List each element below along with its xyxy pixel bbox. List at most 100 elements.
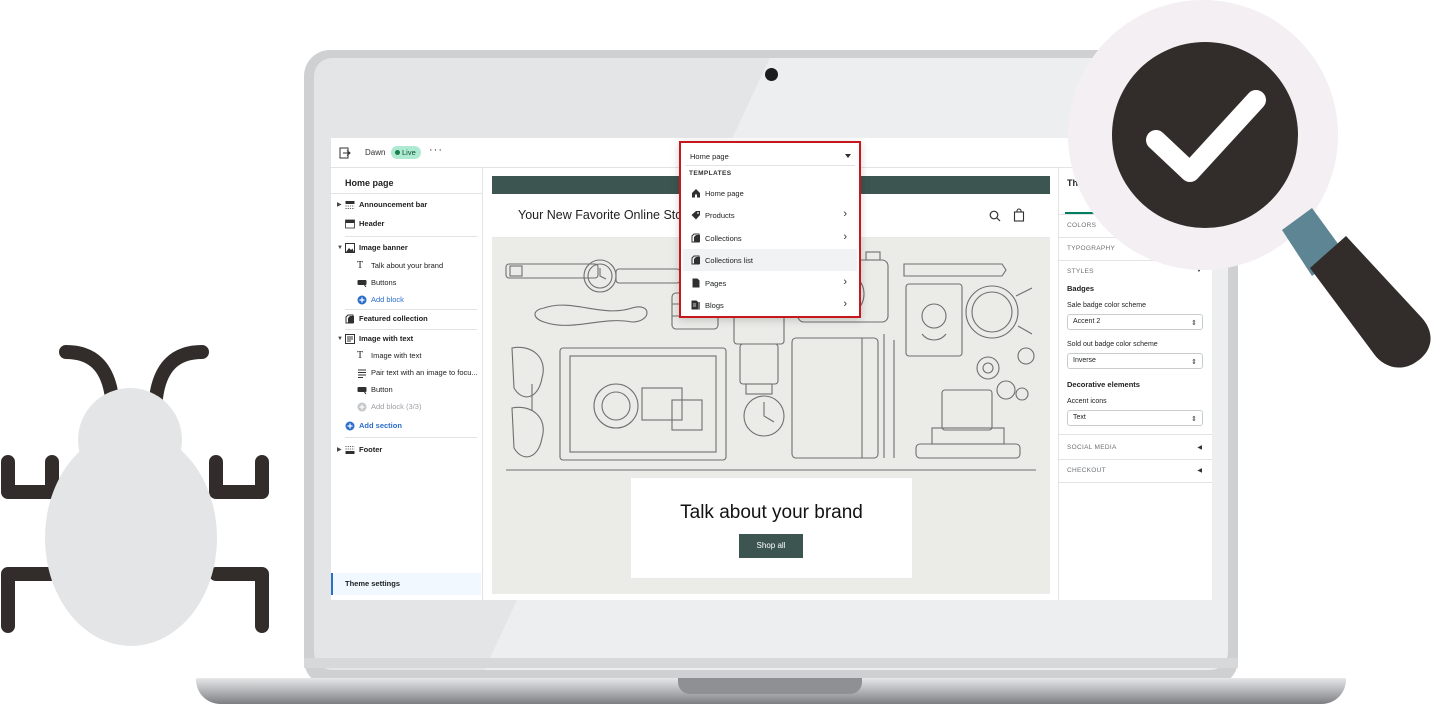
template-select-value: Home page xyxy=(690,152,729,161)
plus-circle-icon xyxy=(345,421,355,431)
theme-settings-label: Theme settings xyxy=(345,579,401,588)
template-label: Products xyxy=(705,211,735,220)
sidebar-item-label: Footer xyxy=(359,445,383,454)
checkmark-icon xyxy=(1146,90,1266,182)
search-icon[interactable] xyxy=(989,210,1001,222)
sidebar-item-footer[interactable]: ▶ Footer xyxy=(331,442,483,458)
template-collections[interactable]: Collections › xyxy=(683,227,857,249)
theme-settings-tab[interactable]: Theme settings xyxy=(331,573,481,595)
blog-icon xyxy=(691,300,700,310)
sidebar-item-label: Featured collection xyxy=(359,314,428,323)
brand-box: Talk about your brand Shop all xyxy=(631,478,912,578)
chevron-right-icon[interactable]: ▶ xyxy=(337,442,342,458)
laptop-chin xyxy=(304,658,1238,668)
store-title: Your New Favorite Online Store xyxy=(518,208,694,222)
chevron-down-icon[interactable]: ▼ xyxy=(337,331,343,347)
shop-all-button[interactable]: Shop all xyxy=(739,534,803,558)
home-icon xyxy=(692,189,700,198)
exit-icon[interactable] xyxy=(339,147,351,159)
sidebar-divider xyxy=(331,193,483,194)
select-arrows-icon: ⇕ xyxy=(1191,416,1197,423)
template-collections-list[interactable]: Collections list xyxy=(683,249,857,271)
accent-icons-select[interactable]: Text ⇕ xyxy=(1067,410,1203,426)
chevron-right-icon[interactable]: ▶ xyxy=(337,197,342,213)
sidebar-item-image-banner[interactable]: ▼ Image banner xyxy=(331,240,483,256)
template-products[interactable]: Products › xyxy=(683,204,857,226)
accent-icons-value: Text xyxy=(1073,414,1086,421)
sidebar-divider xyxy=(345,236,477,237)
button-icon xyxy=(357,387,367,395)
panel-divider xyxy=(1059,482,1212,483)
collection-icon xyxy=(345,314,354,324)
sidebar-item-label: Talk about your brand xyxy=(371,261,444,270)
decorative-heading: Decorative elements xyxy=(1067,380,1140,389)
sidebar-divider xyxy=(345,329,477,330)
image-icon xyxy=(345,243,355,253)
collection-icon xyxy=(691,255,700,265)
template-label: Collections xyxy=(705,234,742,243)
cart-icon[interactable] xyxy=(1013,208,1025,222)
collection-icon xyxy=(691,233,700,243)
image-text-icon xyxy=(345,334,355,344)
template-home-page[interactable]: Home page xyxy=(683,182,857,204)
laptop-notch xyxy=(678,678,862,694)
live-badge: Live xyxy=(391,146,421,159)
theme-name: Dawn xyxy=(365,148,386,157)
chevron-right-icon: › xyxy=(843,276,847,288)
sidebar-add-block[interactable]: Add block xyxy=(331,292,483,308)
sidebar-item-image-with-text[interactable]: ▼ Image with text xyxy=(331,331,483,347)
sidebar-divider xyxy=(345,309,477,310)
sidebar-item-header[interactable]: Header xyxy=(331,216,483,232)
template-label: Blogs xyxy=(705,301,724,310)
bug-icon xyxy=(1,345,269,646)
webcam xyxy=(765,68,778,81)
chevron-right-icon: › xyxy=(843,231,847,243)
template-pages[interactable]: Pages › xyxy=(683,272,857,294)
sections-sidebar: Home page ▶ Announcement bar Header ▼ Im… xyxy=(331,168,483,600)
accent-icons-label: Accent icons xyxy=(1067,398,1107,405)
template-label: Collections list xyxy=(705,256,753,265)
template-label: Home page xyxy=(705,189,744,198)
template-select[interactable]: Home page xyxy=(685,146,855,166)
chevron-right-icon: › xyxy=(843,208,847,220)
chevron-left-icon[interactable]: ◀ xyxy=(1197,444,1202,451)
chevron-right-icon: › xyxy=(843,298,847,310)
tag-icon xyxy=(691,211,700,220)
sidebar-title: Home page xyxy=(345,178,394,188)
sidebar-item-label: Pair text with an image to focu... xyxy=(371,368,478,377)
panel-divider xyxy=(1059,434,1212,435)
text-icon: T xyxy=(357,260,364,271)
sidebar-add-section[interactable]: Add section xyxy=(331,418,483,434)
sidebar-item-label: Add section xyxy=(359,421,402,430)
section-social-media[interactable]: SOCIAL MEDIA xyxy=(1067,444,1117,451)
sidebar-item-label: Header xyxy=(359,219,385,228)
sidebar-item-label: Image with text xyxy=(371,351,422,360)
panel-divider xyxy=(1059,459,1212,460)
live-label: Live xyxy=(402,148,416,157)
page-icon xyxy=(692,278,700,288)
chevron-left-icon[interactable]: ◀ xyxy=(1197,467,1202,474)
chevron-down-icon[interactable]: ▼ xyxy=(337,240,343,256)
template-blogs[interactable]: Blogs › xyxy=(683,294,857,316)
sidebar-add-block-disabled: Add block (3/3) xyxy=(331,399,483,415)
section-checkout[interactable]: CHECKOUT xyxy=(1067,467,1106,474)
header-icon xyxy=(345,219,355,229)
sidebar-block-talk-about-brand[interactable]: T Talk about your brand xyxy=(331,258,483,274)
sidebar-item-label: Announcement bar xyxy=(359,200,428,209)
more-actions-button[interactable]: ··· xyxy=(429,144,443,156)
sidebar-block-image-with-text[interactable]: T Image with text xyxy=(331,348,483,364)
sidebar-item-featured-collection[interactable]: Featured collection xyxy=(331,311,483,327)
live-dot-icon xyxy=(395,150,400,155)
sidebar-block-buttons[interactable]: Buttons xyxy=(331,275,483,291)
sidebar-block-button[interactable]: Button xyxy=(331,382,483,398)
sidebar-item-label: Add block (3/3) xyxy=(371,402,422,411)
button-icon xyxy=(357,280,367,288)
sidebar-item-label: Add block xyxy=(371,295,404,304)
template-label: Pages xyxy=(705,279,727,288)
sidebar-item-announcement-bar[interactable]: ▶ Announcement bar xyxy=(331,197,483,213)
sidebar-block-pair-text[interactable]: Pair text with an image to focu... xyxy=(331,365,483,381)
sidebar-item-label: Button xyxy=(371,385,393,394)
template-dropdown[interactable]: Home page TEMPLATES Home page Products ›… xyxy=(679,141,861,318)
sidebar-item-label: Image banner xyxy=(359,243,408,252)
text-icon: T xyxy=(357,350,364,361)
